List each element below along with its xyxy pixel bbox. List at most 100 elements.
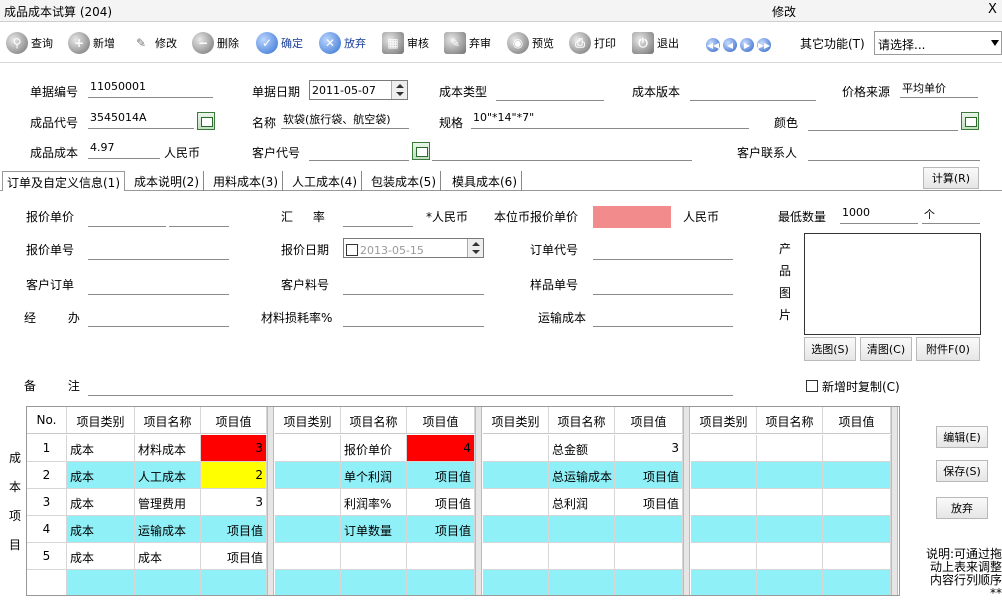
product-code-field[interactable]: 3545014A (88, 111, 194, 129)
grid-cell[interactable]: 成本 (67, 462, 135, 489)
grid-cell-empty[interactable] (823, 435, 891, 462)
close-button[interactable]: X (988, 2, 997, 17)
cost-items-grid[interactable]: No. 项目类别 项目名称 项目值 项目类别 项目名称 项目值 项目类别 项目名称 项目值 项目类别… (26, 406, 900, 596)
unaudit-button[interactable]: ✎ 弃审 (444, 29, 491, 57)
tab-mold-cost[interactable]: 模具成本(6) (448, 171, 522, 191)
grid-edit-button[interactable]: 编辑(E) (936, 426, 988, 448)
doc-date-field[interactable]: 2011-05-07 (309, 80, 408, 100)
grid-cell[interactable] (275, 543, 341, 570)
grid-cell-empty[interactable] (757, 570, 823, 595)
tab-cost-notes[interactable]: 成本说明(2) (130, 171, 204, 191)
grid-save-button[interactable]: 保存(S) (936, 460, 988, 482)
cust-part-field[interactable] (343, 277, 484, 295)
column-header[interactable]: 项目值 (615, 407, 683, 434)
grid-cell[interactable] (549, 543, 615, 570)
grid-cell[interactable] (549, 516, 615, 543)
column-header[interactable]: 项目名称 (341, 407, 407, 434)
column-header[interactable]: 项目值 (201, 407, 267, 434)
next-record-icon[interactable]: ▶ (740, 38, 754, 52)
quote-price-field[interactable] (88, 209, 166, 227)
grid-cell[interactable]: 成本 (67, 543, 135, 570)
column-header[interactable]: 项目类别 (275, 407, 341, 434)
column-header[interactable]: 项目类别 (691, 407, 757, 434)
delete-button[interactable]: − 删除 (192, 29, 239, 57)
loss-rate-field[interactable] (343, 309, 484, 327)
spin-icon[interactable] (467, 239, 483, 257)
grid-cell[interactable]: 项目值 (201, 543, 267, 570)
attachment-button[interactable]: 附件F(0) (916, 337, 980, 361)
last-record-icon[interactable]: ▶▶ (757, 38, 771, 52)
price-source-field[interactable]: 平均单价 (900, 80, 978, 98)
grid-cell[interactable]: 总利润 (549, 489, 615, 516)
grid-cell-empty[interactable] (691, 516, 757, 543)
add-button[interactable]: + 新增 (68, 29, 115, 57)
grid-cell-empty[interactable] (757, 489, 823, 516)
grid-cell-empty[interactable] (757, 435, 823, 462)
local-price-field[interactable] (593, 206, 671, 228)
exit-button[interactable]: ⏻ 退出 (632, 29, 679, 57)
grid-cell[interactable] (615, 543, 683, 570)
clear-image-button[interactable]: 清图(C) (860, 337, 912, 361)
preview-button[interactable]: ◉ 预览 (507, 29, 554, 57)
lookup-icon[interactable] (961, 112, 979, 130)
quote-currency-field[interactable] (169, 209, 229, 227)
grid-discard-button[interactable]: 放弃 (936, 497, 988, 519)
tab-labor-cost[interactable]: 人工成本(4) (288, 171, 362, 191)
grid-cell-empty[interactable] (691, 462, 757, 489)
spin-icon[interactable] (391, 81, 407, 99)
column-header[interactable]: 项目值 (823, 407, 891, 434)
column-header[interactable]: 项目名称 (135, 407, 201, 434)
grid-cell[interactable] (67, 570, 135, 595)
grid-cell[interactable] (483, 516, 549, 543)
column-separator[interactable] (891, 407, 898, 595)
grid-cell[interactable]: 项目值 (407, 462, 475, 489)
grid-cell-empty[interactable] (757, 516, 823, 543)
grid-cell[interactable] (275, 489, 341, 516)
grid-cell[interactable] (341, 570, 407, 595)
grid-cell[interactable]: 利润率% (341, 489, 407, 516)
grid-cell[interactable] (549, 570, 615, 595)
select-image-button[interactable]: 选图(S) (804, 337, 856, 361)
cost-version-field[interactable] (690, 83, 816, 101)
grid-cell[interactable] (483, 462, 549, 489)
column-header[interactable]: 项目值 (407, 407, 475, 434)
first-record-icon[interactable]: ◀◀ (706, 38, 720, 52)
lookup-icon[interactable] (197, 112, 215, 130)
grid-cell[interactable] (483, 489, 549, 516)
grid-cell-empty[interactable] (757, 462, 823, 489)
grid-cell[interactable]: 4 (407, 435, 475, 462)
column-header[interactable]: 项目名称 (757, 407, 823, 434)
product-image-box[interactable] (804, 233, 981, 335)
column-separator[interactable] (475, 407, 482, 595)
grid-cell[interactable] (483, 543, 549, 570)
lookup-icon[interactable] (412, 142, 430, 160)
quote-date-field[interactable]: 2013-05-15 (343, 238, 484, 258)
tab-packaging-cost[interactable]: 包装成本(5) (367, 171, 441, 191)
grid-cell[interactable]: 成本 (135, 543, 201, 570)
grid-cell-empty[interactable] (691, 570, 757, 595)
sample-no-field[interactable] (593, 277, 733, 295)
grid-cell-empty[interactable] (823, 570, 891, 595)
column-separator[interactable] (683, 407, 690, 595)
customer-code-field[interactable] (309, 143, 409, 161)
grid-cell[interactable]: 总金额 (549, 435, 615, 462)
grid-cell[interactable] (483, 570, 549, 595)
shipping-cost-field[interactable] (593, 309, 733, 327)
grid-cell[interactable]: 成本 (67, 435, 135, 462)
grid-cell[interactable]: 3 (615, 435, 683, 462)
grid-cell[interactable] (275, 516, 341, 543)
grid-cell-empty[interactable] (823, 462, 891, 489)
customer-name-field[interactable] (432, 143, 692, 161)
grid-cell-empty[interactable] (691, 435, 757, 462)
rate-field[interactable] (343, 209, 413, 227)
grid-cell[interactable] (483, 435, 549, 462)
edit-button[interactable]: ✎ 修改 (130, 29, 177, 57)
grid-cell[interactable] (275, 570, 341, 595)
grid-cell[interactable] (615, 516, 683, 543)
cust-order-field[interactable] (88, 277, 229, 295)
doc-no-field[interactable]: 11050001 (88, 80, 213, 98)
min-unit-field[interactable]: 个 (922, 206, 980, 224)
audit-button[interactable]: ▦ 审核 (382, 29, 429, 57)
tab-material-cost[interactable]: 用料成本(3) (209, 171, 283, 191)
grid-cell[interactable] (275, 435, 341, 462)
